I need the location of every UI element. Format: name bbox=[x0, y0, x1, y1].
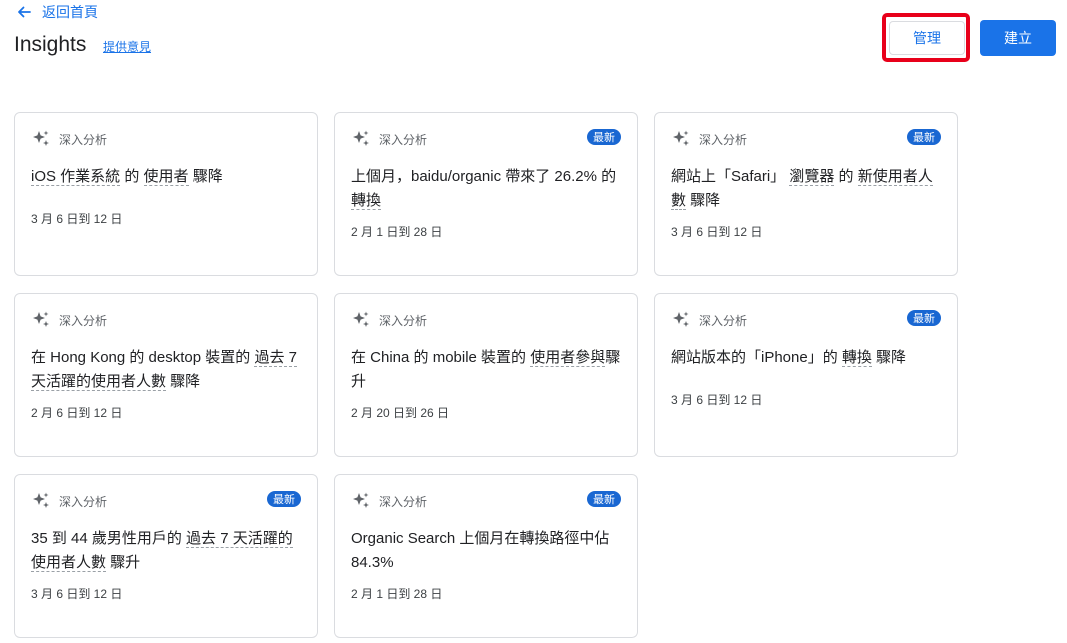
card-header: 深入分析 bbox=[351, 129, 427, 149]
card-title-text: 驟升 bbox=[106, 554, 141, 571]
card-title: 網站版本的「iPhone」的 轉換 驟降 bbox=[671, 346, 941, 370]
feedback-link[interactable]: 提供意見 bbox=[103, 38, 151, 55]
card-title-text: 的 bbox=[120, 168, 144, 185]
insight-card[interactable]: 深入分析在 Hong Kong 的 desktop 裝置的 過去 7 天活躍的使… bbox=[14, 293, 318, 457]
card-header: 深入分析 bbox=[671, 129, 747, 149]
card-title: 35 到 44 歲男性用戶的 過去 7 天活躍的使用者人數 驟升 bbox=[31, 527, 301, 575]
sparkle-icon bbox=[671, 310, 691, 330]
sparkle-icon bbox=[31, 310, 51, 330]
card-title-text: 的 bbox=[834, 168, 858, 185]
card-title-metric: iOS 作業系統 bbox=[31, 168, 121, 186]
page-title: Insights bbox=[14, 33, 87, 56]
sparkle-icon bbox=[351, 129, 371, 149]
card-date-range: 2 月 1 日到 28 日 bbox=[351, 225, 443, 239]
card-date-range: 3 月 6 日到 12 日 bbox=[671, 225, 763, 239]
sparkle-icon bbox=[671, 129, 691, 149]
insight-card[interactable]: 深入分析 iOS 作業系統 的 使用者 驟降 3 月 6 日到 12 日 bbox=[14, 112, 318, 276]
card-header: 深入分析 bbox=[31, 310, 107, 330]
card-title: Organic Search 上個月在轉換路徑中佔 84.3% bbox=[351, 527, 621, 575]
insight-card[interactable]: 深入分析 最新上個月，baidu/organic 帶來了 26.2% 的 轉換 2 … bbox=[334, 112, 638, 276]
card-title: 在 Hong Kong 的 desktop 裝置的 過去 7 天活躍的使用者人數… bbox=[31, 346, 301, 394]
insight-card[interactable]: 深入分析 最新網站版本的「iPhone」的 轉換 驟降 3 月 6 日到 12 日 bbox=[654, 293, 958, 457]
arrow-back-icon bbox=[16, 4, 32, 20]
card-date-range: 3 月 6 日到 12 日 bbox=[31, 587, 123, 601]
new-badge: 最新 bbox=[587, 491, 621, 507]
card-kind-label: 深入分析 bbox=[59, 494, 108, 509]
insight-card[interactable]: 深入分析 最新 35 到 44 歲男性用戶的 過去 7 天活躍的使用者人數 驟升 3 … bbox=[14, 474, 318, 638]
card-kind-label: 深入分析 bbox=[699, 313, 748, 328]
card-title: 在 China 的 mobile 裝置的 使用者參與驟升 bbox=[351, 346, 621, 394]
sparkle-icon bbox=[31, 129, 51, 149]
card-title-text: 35 到 44 歲男性用戶的 bbox=[31, 530, 187, 547]
card-date-range: 2 月 6 日到 12 日 bbox=[31, 406, 123, 420]
back-link-label: 返回首頁 bbox=[42, 4, 98, 20]
card-title-text: 驟降 bbox=[188, 168, 223, 185]
insight-card[interactable]: 深入分析 最新網站上「Safari」 瀏覽器 的 新使用者人數 驟降 3 月 6 日… bbox=[654, 112, 958, 276]
new-badge: 最新 bbox=[907, 129, 941, 145]
card-kind-label: 深入分析 bbox=[699, 132, 748, 147]
card-title-text: 網站上「Safari」 bbox=[671, 168, 790, 185]
card-kind-label: 深入分析 bbox=[379, 132, 428, 147]
card-header: 深入分析 bbox=[31, 491, 107, 511]
back-to-home-link[interactable]: 返回首頁 bbox=[16, 2, 98, 22]
card-kind-label: 深入分析 bbox=[59, 313, 108, 328]
insight-card[interactable]: 深入分析 最新 Organic Search 上個月在轉換路徑中佔 84.3% 2 月… bbox=[334, 474, 638, 638]
card-title-text: 在 China 的 mobile 裝置的 bbox=[351, 349, 531, 366]
card-header: 深入分析 bbox=[351, 310, 427, 330]
card-title: 網站上「Safari」 瀏覽器 的 新使用者人數 驟降 bbox=[671, 165, 941, 213]
card-title: iOS 作業系統 的 使用者 驟降 bbox=[31, 165, 301, 189]
card-header: 深入分析 bbox=[31, 129, 107, 149]
new-badge: 最新 bbox=[267, 491, 301, 507]
card-title-text: 驟降 bbox=[166, 373, 201, 390]
card-title-metric: 轉換 bbox=[841, 349, 872, 367]
sparkle-icon bbox=[31, 491, 51, 511]
card-title-metric: 使用者 bbox=[143, 168, 189, 186]
sparkle-icon bbox=[351, 491, 371, 511]
card-date-range: 3 月 6 日到 12 日 bbox=[31, 212, 123, 226]
card-kind-label: 深入分析 bbox=[379, 494, 428, 509]
card-kind-label: 深入分析 bbox=[59, 132, 108, 147]
sparkle-icon bbox=[351, 310, 371, 330]
card-title-text: 驟降 bbox=[871, 349, 907, 366]
card-title-text: 在 Hong Kong 的 desktop 裝置的 bbox=[31, 349, 255, 366]
card-date-range: 2 月 20 日到 26 日 bbox=[351, 406, 450, 420]
card-header: 深入分析 bbox=[671, 310, 747, 330]
create-button[interactable]: 建立 bbox=[980, 20, 1056, 56]
new-badge: 最新 bbox=[907, 310, 941, 326]
card-kind-label: 深入分析 bbox=[379, 313, 428, 328]
card-title-metric: 使用者參與 bbox=[530, 349, 606, 367]
highlight-box bbox=[882, 13, 970, 62]
card-title-text: Organic Search 上個月在轉換路徑中佔 84.3% bbox=[351, 530, 610, 571]
card-title: 上個月，baidu/organic 帶來了 26.2% 的 轉換 bbox=[351, 165, 621, 213]
card-date-range: 2 月 1 日到 28 日 bbox=[351, 587, 443, 601]
card-title-metric: 轉換 bbox=[351, 192, 382, 210]
card-title-metric: 瀏覽器 bbox=[789, 168, 835, 186]
card-date-range: 3 月 6 日到 12 日 bbox=[671, 393, 763, 407]
card-title-text: 上個月，baidu/organic 帶來了 26.2% 的 bbox=[351, 168, 617, 185]
card-title-text: 驟降 bbox=[686, 192, 721, 209]
card-header: 深入分析 bbox=[351, 491, 427, 511]
new-badge: 最新 bbox=[587, 129, 621, 145]
insight-card[interactable]: 深入分析在 China 的 mobile 裝置的 使用者參與驟升 2 月 20 日… bbox=[334, 293, 638, 457]
card-title-text: 網站版本的「iPhone」的 bbox=[671, 349, 842, 366]
